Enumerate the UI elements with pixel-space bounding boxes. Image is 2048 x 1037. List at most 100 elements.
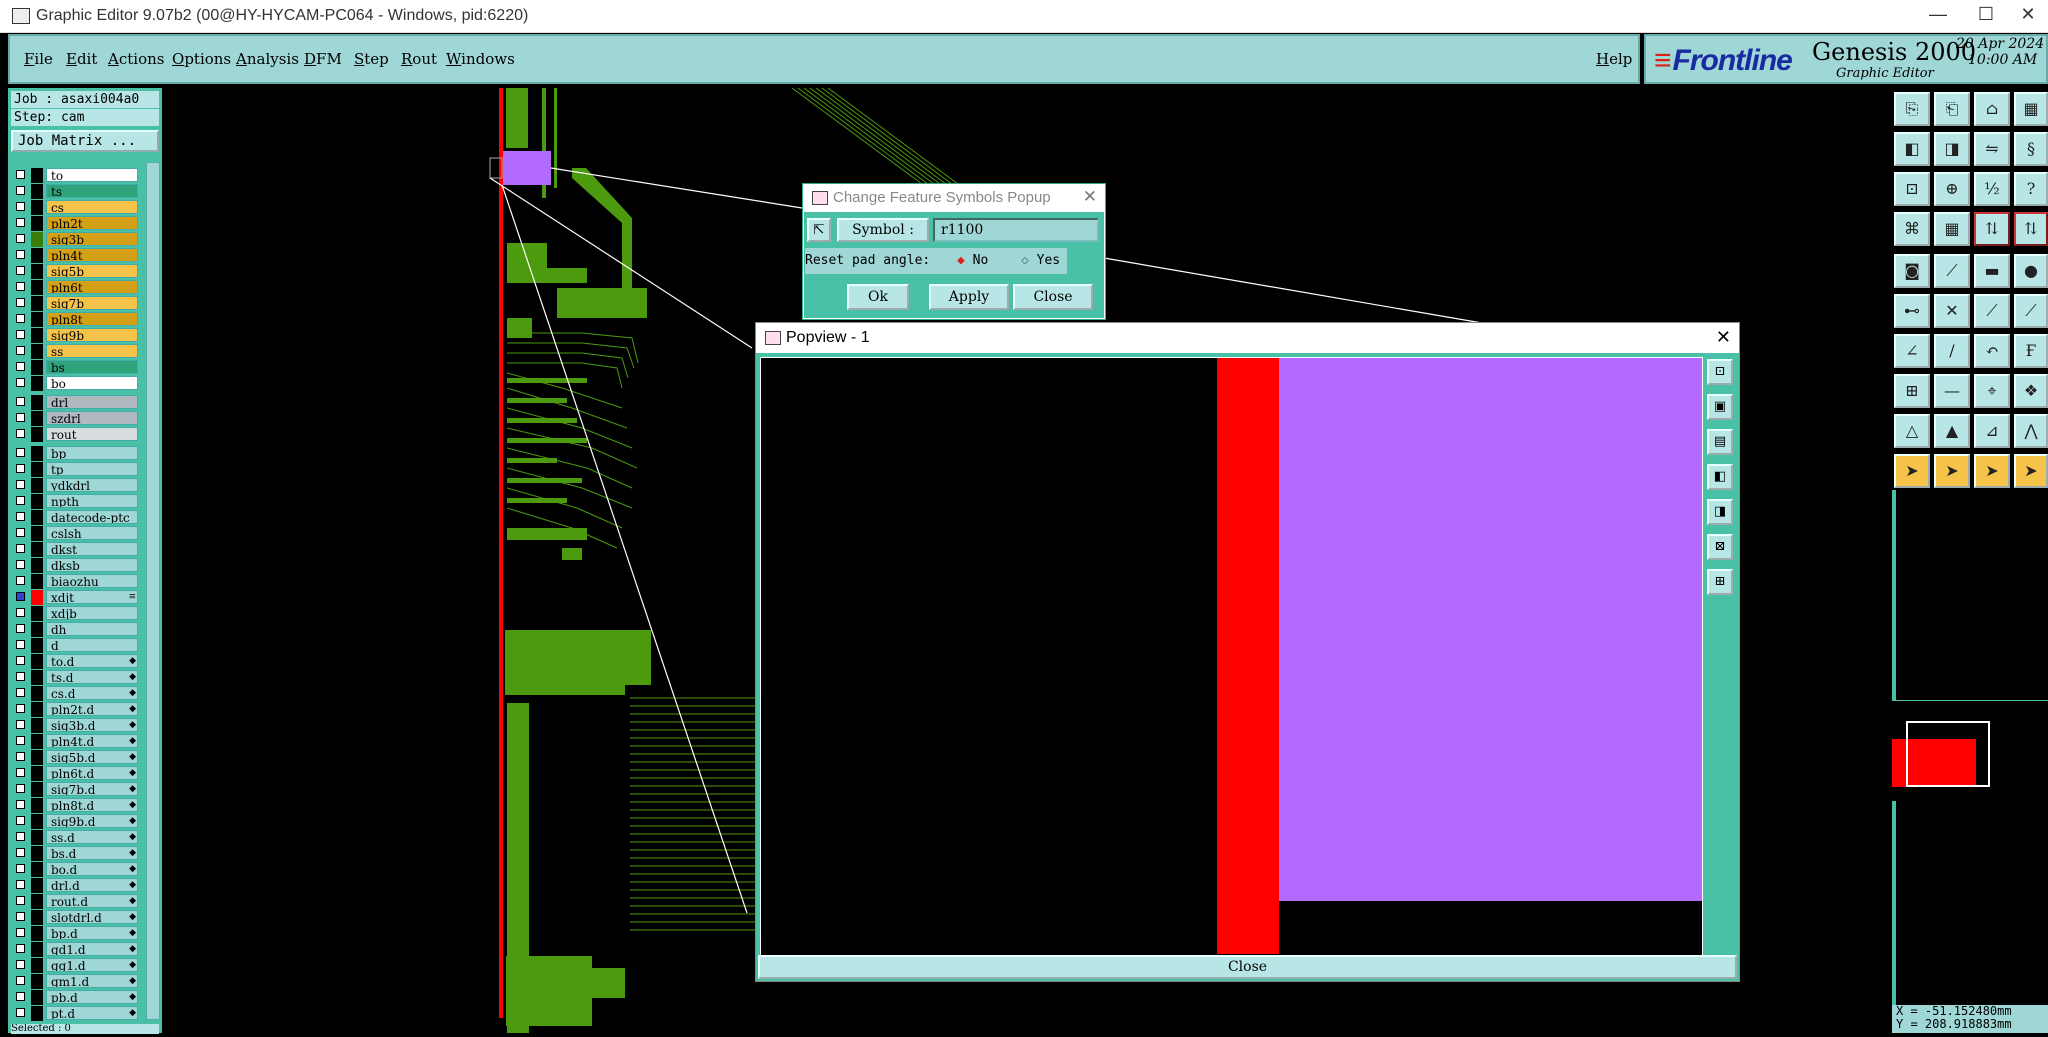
- popview-tool-5[interactable]: ◨: [1707, 499, 1733, 525]
- layer-color-swatch[interactable]: [31, 411, 43, 426]
- popview-close-icon[interactable]: ✕: [1716, 327, 1731, 348]
- layer-checkbox[interactable]: [16, 378, 25, 387]
- layer-name[interactable]: pln4t.d: [46, 734, 138, 748]
- popview-tool-7[interactable]: ⊞: [1707, 569, 1733, 595]
- layer-row[interactable]: bo.d ◆: [14, 862, 138, 877]
- layer-color-swatch[interactable]: [31, 264, 43, 279]
- layer-checkbox[interactable]: [16, 960, 25, 969]
- layer-row[interactable]: drl: [14, 395, 138, 410]
- layer-row[interactable]: datecode-ptc: [14, 510, 138, 525]
- tool-help-icon[interactable]: ?: [2014, 172, 2048, 206]
- layer-checkbox[interactable]: [16, 544, 25, 553]
- layer-name[interactable]: pln2t: [46, 216, 138, 230]
- layer-name[interactable]: ydkdrl: [46, 478, 138, 492]
- layer-name[interactable]: cslsh: [46, 526, 138, 540]
- layer-color-swatch[interactable]: [31, 462, 43, 477]
- layer-color-swatch[interactable]: [31, 750, 43, 765]
- layer-color-swatch[interactable]: [31, 248, 43, 263]
- layer-name[interactable]: slotdrl.d: [46, 910, 138, 924]
- layer-color-swatch[interactable]: [31, 478, 43, 493]
- tool-line-icon[interactable]: ⟋: [1934, 254, 1970, 288]
- layer-row[interactable]: tp: [14, 462, 138, 477]
- layer-color-swatch[interactable]: [31, 216, 43, 231]
- layer-row[interactable]: xdjb: [14, 606, 138, 621]
- popview-canvas[interactable]: [760, 357, 1703, 957]
- layer-row[interactable]: biaozhu: [14, 574, 138, 589]
- layer-checkbox[interactable]: [16, 464, 25, 473]
- layer-color-swatch[interactable]: [31, 670, 43, 685]
- layer-checkbox[interactable]: [16, 202, 25, 211]
- layer-name[interactable]: dkst: [46, 542, 138, 556]
- tool-circle-icon[interactable]: ●: [2014, 254, 2048, 288]
- layer-color-swatch[interactable]: [31, 1006, 43, 1021]
- layer-checkbox[interactable]: [16, 912, 25, 921]
- layer-checkbox[interactable]: [16, 928, 25, 937]
- tool-ruler-icon[interactable]: ▬: [1974, 254, 2010, 288]
- layer-name[interactable]: sig5b.d: [46, 750, 138, 764]
- tool-move-icon[interactable]: ⊞: [1894, 374, 1930, 408]
- layer-name[interactable]: xdjb: [46, 606, 138, 620]
- layer-checkbox[interactable]: [16, 429, 25, 438]
- layer-name[interactable]: dh: [46, 622, 138, 636]
- layer-checkbox[interactable]: [16, 736, 25, 745]
- layer-name[interactable]: bs: [46, 360, 138, 374]
- layer-name[interactable]: npth: [46, 494, 138, 508]
- layer-row[interactable]: slotdrl.d ◆: [14, 910, 138, 925]
- tool-center-icon[interactable]: ⊕: [1934, 172, 1970, 206]
- layer-checkbox[interactable]: [16, 282, 25, 291]
- layer-checkbox[interactable]: [16, 992, 25, 1001]
- layer-row[interactable]: rout: [14, 427, 138, 442]
- tool-prev-icon[interactable]: ◧: [1894, 132, 1930, 166]
- layer-row[interactable]: sig5b.d ◆: [14, 750, 138, 765]
- layer-color-swatch[interactable]: [31, 638, 43, 653]
- tool-slope-icon[interactable]: ∠: [1894, 334, 1930, 368]
- layer-name[interactable]: ts.d: [46, 670, 138, 684]
- layer-name[interactable]: to: [46, 168, 138, 182]
- tool-pointer-icon[interactable]: ➤: [1894, 454, 1930, 488]
- layer-row[interactable]: sig9b.d ◆: [14, 814, 138, 829]
- tool-layers-2-icon[interactable]: ⇅: [2014, 212, 2048, 246]
- layer-name[interactable]: sig9b.d: [46, 814, 138, 828]
- option-yes[interactable]: ◇ Yes: [1021, 248, 1060, 274]
- layer-color-swatch[interactable]: [31, 328, 43, 343]
- layer-row[interactable]: pb.d ◆: [14, 990, 138, 1005]
- popview-tool-3[interactable]: ▤: [1707, 429, 1733, 455]
- layer-row[interactable]: cslsh: [14, 526, 138, 541]
- layer-checkbox[interactable]: [16, 896, 25, 905]
- close-button[interactable]: Close: [1013, 284, 1093, 310]
- layer-name[interactable]: bo: [46, 376, 138, 390]
- symbol-label-button[interactable]: Symbol :: [837, 218, 929, 242]
- tool-pointer-2-icon[interactable]: ➤: [1934, 454, 1970, 488]
- layer-checkbox[interactable]: [16, 413, 25, 422]
- layer-name[interactable]: szdrl: [46, 411, 138, 425]
- layer-row[interactable]: sig7b: [14, 296, 138, 311]
- menu-actions[interactable]: Actions: [108, 50, 164, 68]
- dialog-close-icon[interactable]: ✕: [1083, 187, 1097, 207]
- overview-viewport[interactable]: [1906, 721, 1990, 787]
- layer-checkbox[interactable]: [16, 576, 25, 585]
- layer-checkbox[interactable]: [16, 528, 25, 537]
- layer-color-swatch[interactable]: [31, 910, 43, 925]
- layer-color-swatch[interactable]: [31, 990, 43, 1005]
- layer-color-swatch[interactable]: [31, 446, 43, 461]
- layer-name[interactable]: ss.d: [46, 830, 138, 844]
- layer-color-swatch[interactable]: [31, 878, 43, 893]
- layer-row[interactable]: pt.d ◆: [14, 1006, 138, 1021]
- layer-checkbox[interactable]: [16, 720, 25, 729]
- tool-target-icon[interactable]: ⌖: [1974, 374, 2010, 408]
- layer-color-swatch[interactable]: [31, 830, 43, 845]
- layer-checkbox[interactable]: [16, 688, 25, 697]
- layer-name[interactable]: dksb: [46, 558, 138, 572]
- tool-cross-icon[interactable]: ✕: [1934, 294, 1970, 328]
- layer-name[interactable]: gg1.d: [46, 958, 138, 972]
- layer-name[interactable]: datecode-ptc: [46, 510, 138, 524]
- layer-row[interactable]: szdrl: [14, 411, 138, 426]
- layer-name[interactable]: xdjt: [46, 590, 138, 604]
- layer-checkbox[interactable]: [16, 672, 25, 681]
- layer-name[interactable]: pln2t.d: [46, 702, 138, 716]
- layer-color-swatch[interactable]: [31, 494, 43, 509]
- close-window-button[interactable]: ✕: [2008, 4, 2048, 28]
- layer-row[interactable]: ss.d ◆: [14, 830, 138, 845]
- layer-row[interactable]: dkst: [14, 542, 138, 557]
- layer-color-swatch[interactable]: [31, 510, 43, 525]
